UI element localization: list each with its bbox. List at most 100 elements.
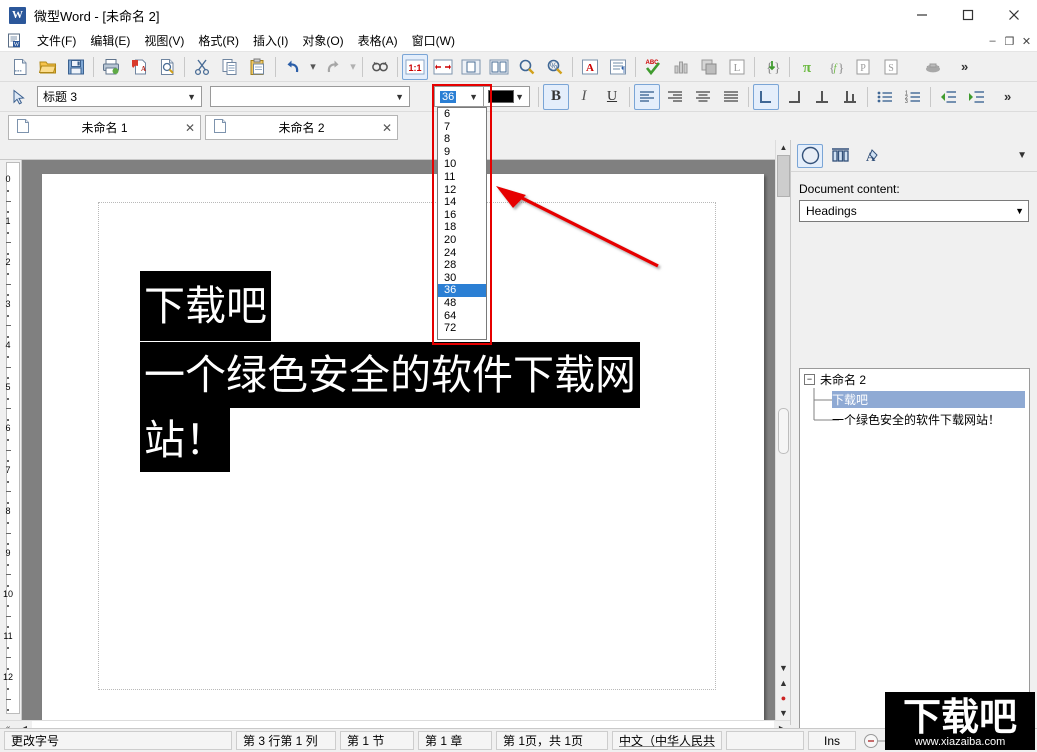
paste-icon[interactable]	[245, 54, 271, 80]
page-width-icon[interactable]	[430, 54, 456, 80]
menu-item-edit[interactable]: 编辑(E)	[83, 30, 137, 51]
document-tab-2[interactable]: 未命名 2 ✕	[205, 115, 398, 140]
document-menu-icon[interactable]: W	[7, 33, 22, 48]
tree-root-row[interactable]: − 未命名 2	[800, 371, 1029, 387]
document-vertical-scrollbar[interactable]: ▲ ▼ ▲ ● ▼	[775, 140, 790, 720]
two-pages-icon[interactable]	[486, 54, 512, 80]
box-3d-icon[interactable]	[920, 54, 946, 80]
format-toolbar-overflow-button[interactable]: »	[1004, 89, 1011, 104]
layers-icon[interactable]	[696, 54, 722, 80]
bold-button[interactable]: B	[543, 84, 569, 110]
underline-button[interactable]: U	[599, 84, 625, 110]
font-size-option[interactable]: 16	[438, 209, 486, 222]
style-combo[interactable]: 标题 3 ▼	[37, 86, 202, 107]
align-middle-button[interactable]	[809, 84, 835, 110]
minimize-button[interactable]	[899, 0, 945, 30]
text-box-icon[interactable]: A	[577, 54, 603, 80]
scroll-thumb[interactable]	[777, 155, 790, 197]
pi-formula-icon[interactable]: π	[794, 54, 820, 80]
font-size-option[interactable]: 9	[438, 146, 486, 159]
new-document-icon[interactable]	[7, 54, 33, 80]
vertical-ruler[interactable]: 0123456789101112	[0, 160, 22, 720]
font-size-option[interactable]: 48	[438, 297, 486, 310]
export-pdf-icon[interactable]: A	[126, 54, 152, 80]
navigator-icon[interactable]	[797, 144, 823, 168]
menu-item-window[interactable]: 窗口(W)	[405, 30, 462, 51]
close-button[interactable]	[991, 0, 1037, 30]
select-pointer-icon[interactable]	[6, 84, 32, 110]
font-size-option[interactable]: 10	[438, 158, 486, 171]
decrease-indent-button[interactable]	[935, 84, 961, 110]
font-size-option[interactable]: 20	[438, 234, 486, 247]
align-bottom-button[interactable]	[837, 84, 863, 110]
spell-check-icon[interactable]: ABC	[640, 54, 666, 80]
font-size-option[interactable]: 6	[438, 108, 486, 121]
print-preview-icon[interactable]	[154, 54, 180, 80]
close-icon[interactable]: ✕	[180, 121, 200, 135]
close-icon[interactable]: ✕	[377, 121, 397, 135]
collapse-expander-icon[interactable]: −	[804, 374, 815, 385]
mdi-restore-button[interactable]: ❐	[1001, 33, 1018, 49]
font-size-option[interactable]: 14	[438, 196, 486, 209]
zoom-in-icon[interactable]	[514, 54, 540, 80]
columns-icon[interactable]	[827, 144, 853, 168]
font-size-option[interactable]: 72	[438, 322, 486, 335]
bullet-list-button[interactable]	[872, 84, 898, 110]
select-browse-object-button[interactable]: ●	[776, 690, 791, 705]
menu-item-insert[interactable]: 插入(I)	[246, 30, 295, 51]
align-right-button[interactable]	[662, 84, 688, 110]
chart-icon[interactable]	[668, 54, 694, 80]
font-size-option[interactable]: 8	[438, 133, 486, 146]
paragraph-marks-icon[interactable]: ¶	[605, 54, 631, 80]
save-icon[interactable]	[63, 54, 89, 80]
tree-item-heading-2[interactable]: 一个绿色安全的软件下载网站！	[832, 411, 1029, 427]
numbered-list-button[interactable]: 123	[900, 84, 926, 110]
tree-item-heading-1[interactable]: 下载吧	[832, 391, 1029, 407]
page-1[interactable]: 下载吧 一个绿色安全的软件下载网 站！	[42, 174, 764, 720]
chevron-down-icon[interactable]: ▼	[395, 92, 407, 102]
horizontal-ruler[interactable]: L 1234567891011121314	[0, 140, 775, 160]
font-size-option[interactable]: 11	[438, 171, 486, 184]
redo-dropdown-icon[interactable]: ▾	[347, 60, 359, 73]
align-center-button[interactable]	[690, 84, 716, 110]
align-justify-button[interactable]	[718, 84, 744, 110]
undo-icon[interactable]	[280, 54, 306, 80]
scroll-down-button[interactable]: ▼	[776, 660, 791, 675]
mdi-minimize-button[interactable]: –	[984, 33, 1001, 49]
font-size-combo-box[interactable]: 36 ▼	[434, 86, 484, 107]
align-top-button[interactable]	[753, 84, 779, 110]
print-icon[interactable]	[98, 54, 124, 80]
document-content-select[interactable]: Headings ▼	[799, 200, 1029, 222]
document-heading-line-2[interactable]: 一个绿色安全的软件下载网	[140, 342, 640, 408]
cut-icon[interactable]	[189, 54, 215, 80]
insert-field-icon[interactable]: {}	[759, 54, 785, 80]
open-folder-icon[interactable]	[35, 54, 61, 80]
split-pane-handle[interactable]	[778, 408, 789, 454]
document-canvas[interactable]: 下载吧 一个绿色安全的软件下载网 站！	[22, 160, 775, 720]
scroll-up-button[interactable]: ▲	[776, 140, 791, 155]
italic-button[interactable]: I	[571, 84, 597, 110]
increase-indent-button[interactable]	[963, 84, 989, 110]
menu-item-format[interactable]: 格式(R)	[191, 30, 246, 51]
function-icon[interactable]: {}f	[822, 54, 848, 80]
toolbar-overflow-button[interactable]: »	[961, 59, 968, 74]
redo-icon[interactable]	[320, 54, 346, 80]
align-left-button[interactable]	[634, 84, 660, 110]
font-size-combo[interactable]: 36 ▼	[434, 86, 490, 107]
font-size-option[interactable]: 64	[438, 310, 486, 323]
document-tab-1[interactable]: 未命名 1 ✕	[8, 115, 201, 140]
copy-icon[interactable]	[217, 54, 243, 80]
menu-item-view[interactable]: 视图(V)	[137, 30, 191, 51]
align-bottom-right-button[interactable]	[781, 84, 807, 110]
font-size-dropdown-list[interactable]: 6 7 8 9 10 11 12 14 16 18 20 24 28 30 36…	[437, 107, 487, 340]
chevron-down-icon[interactable]: ▼	[1017, 150, 1027, 161]
browse-previous-button[interactable]: ▲	[776, 675, 791, 690]
font-size-option[interactable]: 28	[438, 259, 486, 272]
sheet-icon[interactable]: S	[878, 54, 904, 80]
zoom-out-knob[interactable]	[864, 734, 878, 748]
document-heading-line-3[interactable]: 站！	[140, 408, 230, 472]
one-page-icon[interactable]	[458, 54, 484, 80]
document-heading-line-1[interactable]: 下载吧	[140, 271, 271, 341]
maximize-button[interactable]	[945, 0, 991, 30]
chevron-down-icon[interactable]: ▼	[187, 92, 199, 102]
